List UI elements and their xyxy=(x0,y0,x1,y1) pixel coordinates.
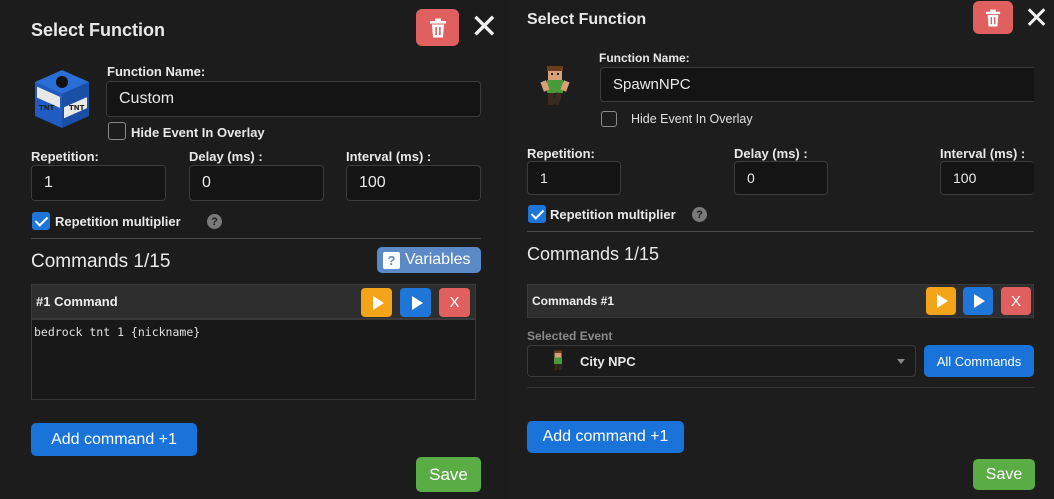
select-function-dialog-left: Select Function ✕ TNT TNT Function Name:… xyxy=(0,0,510,499)
commands-heading: Commands 1/15 xyxy=(527,244,660,264)
play-button[interactable] xyxy=(400,288,431,317)
delete-function-button[interactable] xyxy=(973,1,1013,34)
help-box-icon: ? xyxy=(383,251,400,269)
delay-label: Delay (ms) : xyxy=(734,146,808,161)
command-textarea[interactable]: bedrock tnt 1 {nickname} xyxy=(31,319,476,400)
command-title: #1 Command xyxy=(36,294,118,309)
hide-event-checkbox[interactable] xyxy=(108,122,126,140)
interval-label: Interval (ms) : xyxy=(346,149,432,164)
delay-value: 0 xyxy=(202,174,211,191)
dialog-title: Select Function xyxy=(31,20,166,40)
function-name-input[interactable]: Custom xyxy=(106,81,481,117)
play-icon xyxy=(937,294,948,308)
play-button[interactable] xyxy=(963,287,993,315)
npc-character-icon xyxy=(554,350,562,370)
select-function-dialog-right: Select Function ✕ Function Name: SpawnNP… xyxy=(510,0,1054,499)
help-icon[interactable]: ? xyxy=(207,214,222,229)
repetition-multiplier-checkbox[interactable] xyxy=(528,205,546,223)
repetition-input[interactable]: 1 xyxy=(527,161,621,195)
divider xyxy=(527,387,1034,388)
repetition-multiplier-checkbox[interactable] xyxy=(32,212,50,230)
save-button[interactable]: Save xyxy=(416,457,481,492)
variables-label: Variables xyxy=(405,251,471,268)
repetition-input[interactable]: 1 xyxy=(31,165,166,201)
trash-icon xyxy=(429,18,446,37)
repetition-multiplier-label: Repetition multiplier xyxy=(55,214,181,229)
trash-icon xyxy=(985,9,1001,26)
svg-text:TNT: TNT xyxy=(39,104,55,112)
repetition-label: Repetition: xyxy=(31,149,99,164)
all-commands-button[interactable]: All Commands xyxy=(924,345,1034,377)
add-command-button[interactable]: Add command +1 xyxy=(31,423,197,456)
hide-event-label: Hide Event In Overlay xyxy=(131,125,265,140)
divider xyxy=(527,231,1034,232)
function-name-value: SpawnNPC xyxy=(613,76,691,93)
selected-event-label: Selected Event xyxy=(527,329,613,343)
variables-button[interactable]: ? Variables xyxy=(377,247,481,273)
function-name-label: Function Name: xyxy=(599,51,690,65)
interval-label: Interval (ms) : xyxy=(940,146,1026,161)
play-once-button[interactable] xyxy=(361,288,392,317)
dialog-title: Select Function xyxy=(527,11,647,28)
play-icon xyxy=(411,295,423,310)
play-once-button[interactable] xyxy=(926,287,956,315)
selected-event-value: City NPC xyxy=(580,353,636,369)
repetition-multiplier-label: Repetition multiplier xyxy=(550,207,676,222)
interval-value: 100 xyxy=(953,170,977,186)
function-name-label: Function Name: xyxy=(107,64,206,79)
delay-input[interactable]: 0 xyxy=(189,165,324,201)
selected-event-select[interactable]: City NPC xyxy=(527,345,916,377)
save-button[interactable]: Save xyxy=(973,459,1035,490)
delete-command-button[interactable]: X xyxy=(439,288,470,317)
hide-event-label: Hide Event In Overlay xyxy=(631,112,753,126)
close-icon[interactable]: ✕ xyxy=(470,10,499,44)
hide-event-checkbox[interactable] xyxy=(601,111,617,127)
delay-input[interactable]: 0 xyxy=(734,161,828,195)
play-icon xyxy=(974,294,985,308)
repetition-value: 1 xyxy=(44,174,53,191)
close-icon[interactable]: ✕ xyxy=(1024,4,1049,34)
npc-character-icon xyxy=(535,64,575,110)
caret-down-icon xyxy=(897,359,905,364)
delete-command-button[interactable]: X xyxy=(1001,287,1031,315)
commands-heading: Commands 1/15 xyxy=(31,251,171,272)
function-name-value: Custom xyxy=(119,90,175,107)
help-icon[interactable]: ? xyxy=(692,207,707,222)
repetition-value: 1 xyxy=(540,170,548,186)
svg-text:TNT: TNT xyxy=(69,104,85,112)
command-title: Commands #1 xyxy=(532,294,615,308)
interval-input[interactable]: 100 xyxy=(346,165,481,201)
divider xyxy=(31,238,481,239)
function-name-input[interactable]: SpawnNPC xyxy=(600,67,1034,102)
tnt-block-icon: TNT TNT xyxy=(31,66,93,132)
play-icon xyxy=(372,295,384,310)
delay-label: Delay (ms) : xyxy=(189,149,263,164)
add-command-button[interactable]: Add command +1 xyxy=(527,421,684,453)
interval-value: 100 xyxy=(359,174,386,191)
delay-value: 0 xyxy=(747,170,755,186)
interval-input[interactable]: 100 xyxy=(940,161,1034,195)
delete-function-button[interactable] xyxy=(416,9,459,46)
command-header: Commands #1 xyxy=(527,284,1034,318)
repetition-label: Repetition: xyxy=(527,146,595,161)
